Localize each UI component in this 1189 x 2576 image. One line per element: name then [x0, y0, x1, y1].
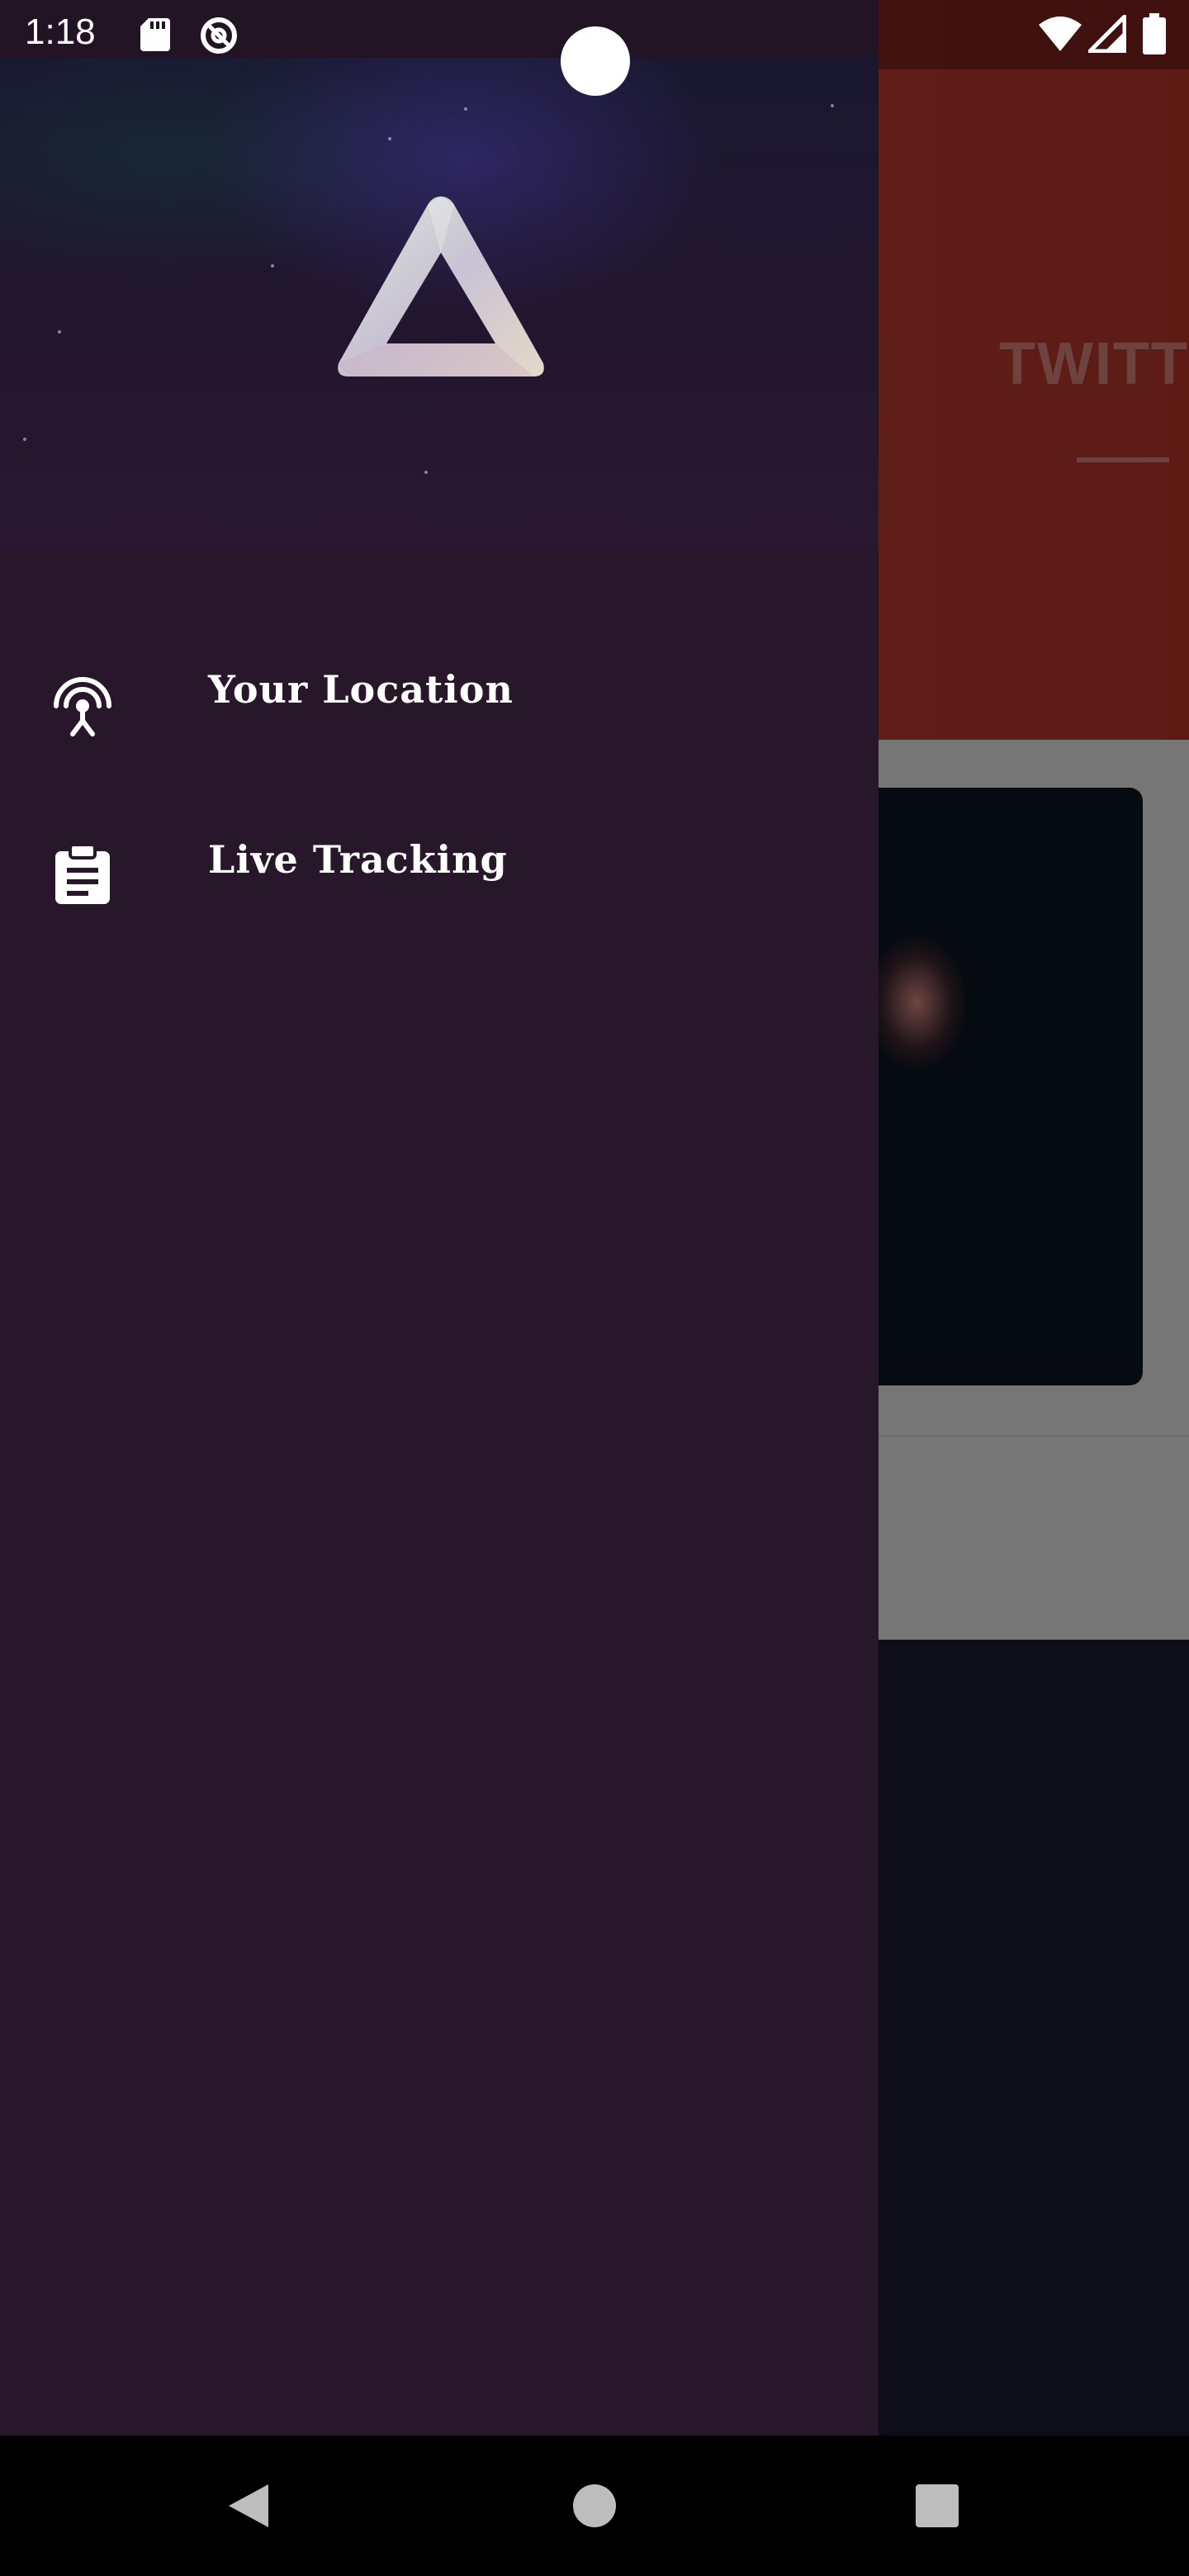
star-decoration	[464, 107, 467, 111]
menu-item-label: Your Location	[208, 667, 514, 712]
star-decoration	[23, 438, 26, 441]
navigation-drawer: Your Location Live Tracking	[0, 0, 879, 2436]
menu-item-live-tracking[interactable]: Live Tracking	[0, 804, 879, 928]
clipboard-icon	[46, 838, 119, 911]
star-decoration	[271, 264, 274, 268]
home-icon[interactable]	[566, 2477, 623, 2535]
star-decoration	[388, 137, 391, 140]
star-decoration	[424, 471, 428, 474]
wifi-icon	[1037, 15, 1083, 56]
star-decoration	[58, 330, 61, 334]
penrose-triangle-logo	[335, 193, 547, 380]
status-time: 1:18	[25, 12, 96, 52]
drawer-header	[0, 58, 879, 550]
battery-icon	[1143, 13, 1166, 58]
location-broadcast-icon	[46, 668, 119, 741]
recents-icon[interactable]	[908, 2477, 966, 2535]
signal-icon	[1084, 11, 1127, 56]
back-icon[interactable]	[220, 2477, 277, 2535]
system-navigation-bar	[0, 2436, 1189, 2576]
sd-card-icon	[139, 17, 172, 56]
menu-item-label: Live Tracking	[208, 837, 508, 882]
data-saver-icon	[198, 15, 239, 59]
menu-item-your-location[interactable]: Your Location	[0, 634, 879, 758]
camera-cutout	[561, 26, 630, 96]
star-decoration	[831, 104, 834, 107]
status-bar-drawer-part	[0, 0, 879, 58]
